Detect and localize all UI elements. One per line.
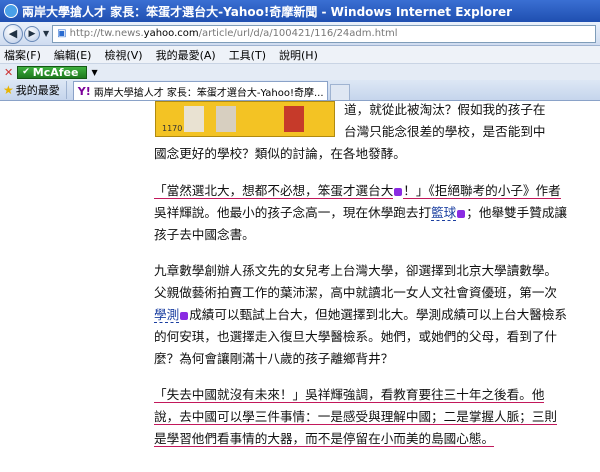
- forward-arrow-icon: ▶: [28, 28, 36, 39]
- history-dropdown-icon[interactable]: ▼: [43, 29, 49, 38]
- keyword-link-exam[interactable]: 學測: [154, 307, 180, 323]
- article-line: 「失去中國就沒有未來！」吳祥輝強調，看教育要往三十年之後看。他: [154, 384, 545, 406]
- url-prefix: http://tw.news.: [69, 28, 144, 39]
- tab-bar: ★ 我的最愛 Y! 兩岸大學搶人才 家長：笨蛋才選台大-Yahoo!奇摩...: [0, 80, 600, 101]
- mcafee-label: McAfee: [32, 65, 79, 79]
- page-icon: ▣: [57, 28, 67, 39]
- article-line: 父親做藝術拍賣工作的葉沛潔，高中就讀北一女人文社會資優班，第一次: [154, 285, 557, 300]
- back-arrow-icon: ◀: [8, 27, 18, 40]
- underlined-quote: 「失去中國就沒有未來！」吳祥輝強調，看教育要往三十年之後看。他: [154, 387, 545, 403]
- keyword-link-basketball[interactable]: 籃球: [431, 205, 457, 221]
- article-line: 九章數學創辦人孫文先的女兒考上台灣大學，卻選擇到北京大學讀數學。: [154, 263, 557, 278]
- keyword-icon[interactable]: [457, 209, 466, 218]
- article-text: ；他舉雙手贊成讓: [466, 205, 567, 220]
- article-line: 「當然選北大，想都不必想，笨蛋才選台大 ！」《拒絕聯考的小子》作者: [154, 180, 561, 202]
- underlined-quote: 是學習他們看事情的大器，而不是停留在小而美的島國心態。: [154, 431, 495, 447]
- close-toolbar-icon[interactable]: ✕: [4, 66, 13, 79]
- image-caption: 1170: [162, 124, 183, 133]
- keyword-icon[interactable]: [180, 311, 189, 320]
- article-line: 台灣只能念很差的學校，是否能到中: [344, 124, 546, 139]
- url-input[interactable]: ▣ http://tw.news. yahoo.com/article/url/d…: [52, 24, 596, 43]
- new-tab-button[interactable]: [329, 84, 350, 100]
- underlined-quote: 說，去中國可以學三件事情：一是感受與理解中國；二是掌握人脈；三則: [154, 409, 557, 425]
- article-line: 孩子去中國念書。: [154, 227, 255, 242]
- article-line: 吳祥輝說。他最小的孩子念高一，現在休學跑去打籃球 ；他舉雙手贊成讓: [154, 202, 567, 224]
- article-text: 吳祥輝說。他最小的孩子念高一，現在休學跑去打: [154, 205, 432, 220]
- menu-tools[interactable]: 工具(T): [229, 47, 266, 63]
- article-line: 道，就從此被淘汰？假如我的孩子在: [344, 102, 546, 117]
- mcafee-button[interactable]: ✔ McAfee: [17, 65, 88, 79]
- forward-button[interactable]: ▶: [24, 25, 40, 42]
- article-line: 是學習他們看事情的大器，而不是停留在小而美的島國心態。: [154, 428, 495, 450]
- image-figure: [284, 106, 304, 132]
- article-line: 學測 成績可以甄試上台大，但她選擇到北大。學測成績可以上台大醫檢系: [154, 304, 567, 326]
- tab-active[interactable]: Y! 兩岸大學搶人才 家長：笨蛋才選台大-Yahoo!奇摩...: [72, 81, 328, 100]
- menu-bar: 檔案(F) 編輯(E) 檢視(V) 我的最愛(A) 工具(T) 說明(H): [0, 46, 600, 63]
- underlined-quote-end: ！」《拒絕聯考的小子》作者: [403, 183, 561, 199]
- window-title-bar: 兩岸大學搶人才 家長：笨蛋才選台大-Yahoo!奇摩新聞 - Windows I…: [0, 0, 600, 22]
- menu-edit[interactable]: 編輯(E): [54, 47, 92, 63]
- menu-help[interactable]: 說明(H): [279, 47, 318, 63]
- image-figure: [184, 106, 204, 132]
- favorites-label: 我的最愛: [15, 84, 60, 97]
- url-domain: yahoo.com: [143, 28, 199, 39]
- mcafee-shield-icon: ✔: [22, 67, 30, 77]
- menu-file[interactable]: 檔案(F): [4, 47, 41, 63]
- mcafee-dropdown-icon[interactable]: ▼: [91, 68, 97, 77]
- tab-title: 兩岸大學搶人才 家長：笨蛋才選台大-Yahoo!奇摩...: [93, 87, 324, 99]
- back-button[interactable]: ◀: [3, 23, 23, 44]
- keyword-icon[interactable]: [394, 187, 403, 196]
- article-line: 麼？為何會讓剛滿十八歲的孩子離鄉背井？: [154, 351, 394, 366]
- favorites-button[interactable]: ★ 我的最愛: [0, 80, 60, 100]
- article-image: 1170: [155, 101, 335, 137]
- window-title: 兩岸大學搶人才 家長：笨蛋才選台大-Yahoo!奇摩新聞 - Windows I…: [22, 4, 513, 19]
- article-line: 說，去中國可以學三件事情：一是感受與理解中國；二是掌握人脈；三則: [154, 406, 557, 428]
- addon-toolbar: ✕ ✔ McAfee ▼: [0, 63, 600, 80]
- tab-separator: [65, 81, 67, 99]
- ie-icon: [4, 4, 18, 18]
- yahoo-favicon-icon: Y!: [77, 84, 91, 98]
- article-line: 國念更好的學校？類似的討論，在各地發酵。: [154, 146, 406, 161]
- image-figure: [216, 106, 236, 132]
- menu-favorites[interactable]: 我的最愛(A): [156, 47, 216, 63]
- url-rest: /article/url/d/a/100421/116/24adm.html: [198, 28, 398, 39]
- menu-view[interactable]: 檢視(V): [104, 47, 142, 63]
- article-line: 的何安琪，也選擇走入復旦大學醫檢系。她們，或她們的父母，看到了什: [154, 329, 557, 344]
- underlined-quote: 「當然選北大，想都不必想，笨蛋才選台大: [154, 183, 394, 199]
- address-bar: ◀ ▶ ▼ ▣ http://tw.news. yahoo.com/article…: [0, 22, 600, 46]
- page-content: 1170 道，就從此被淘汰？假如我的孩子在 台灣只能念很差的學校，是否能到中 國…: [0, 101, 600, 472]
- star-icon: ★: [3, 83, 14, 97]
- article-text: 成績可以甄試上台大，但她選擇到北大。學測成績可以上台大醫檢系: [189, 307, 567, 322]
